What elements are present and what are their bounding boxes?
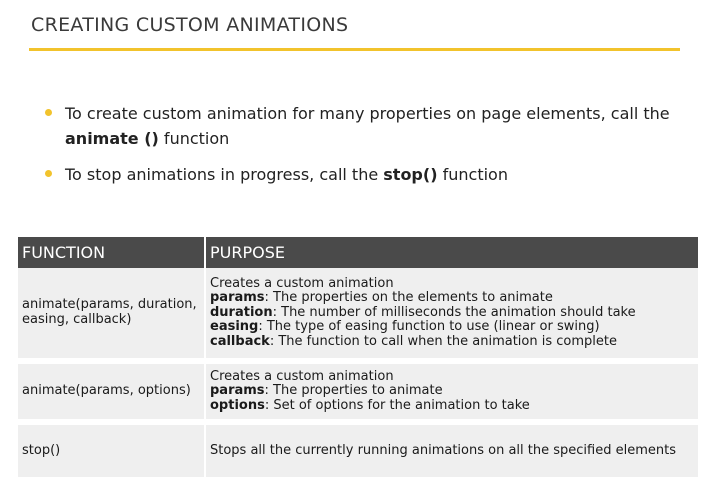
- param-desc: : The properties to animate: [264, 383, 443, 399]
- param-name: callback: [210, 333, 270, 349]
- param-line: options: Set of options for the animatio…: [210, 397, 694, 414]
- bullet-keyword: stop(): [383, 165, 438, 184]
- param-name: params: [210, 383, 265, 399]
- bullet-list: To create custom animation for many prop…: [45, 101, 685, 198]
- table-row: animate(params, options) Creates a custo…: [18, 364, 698, 419]
- function-signature: animate(params, options): [22, 383, 191, 399]
- bullet-item: To create custom animation for many prop…: [45, 101, 685, 151]
- page-title: CREATING CUSTOM ANIMATIONS: [31, 14, 349, 36]
- param-line: params: The properties to animate: [210, 383, 694, 399]
- bullet-text: To create custom animation for many prop…: [65, 104, 670, 123]
- purpose-cell: Creates a custom animation params: The p…: [205, 268, 698, 358]
- function-signature: animate(params, duration,: [22, 297, 197, 313]
- param-desc: : The function to call when the animatio…: [269, 333, 617, 349]
- bullet-text: function: [437, 165, 508, 184]
- purpose-intro: Creates a custom animation: [210, 368, 394, 384]
- param-desc: : The number of milliseconds the animati…: [272, 304, 636, 320]
- function-table: FUNCTION PURPOSE animate(params, duratio…: [18, 237, 698, 477]
- function-signature: easing, callback): [22, 312, 132, 327]
- column-header-purpose: PURPOSE: [205, 237, 698, 268]
- purpose-cell: Creates a custom animation params: The p…: [205, 364, 698, 419]
- purpose-cell: Stops all the currently running animatio…: [205, 425, 698, 477]
- param-desc: : The type of easing function to use (li…: [258, 319, 600, 335]
- function-cell: animate(params, options): [18, 364, 206, 419]
- column-header-function: FUNCTION: [18, 237, 206, 268]
- param-name: duration: [210, 304, 273, 320]
- table-row: stop() Stops all the currently running a…: [18, 425, 698, 477]
- function-cell: animate(params, duration, easing, callba…: [18, 268, 206, 358]
- function-cell: stop(): [18, 425, 206, 477]
- param-name: options: [210, 397, 265, 413]
- param-desc: : Set of options for the animation to ta…: [264, 397, 530, 413]
- bullet-dot-icon: [45, 109, 52, 116]
- param-desc: : The properties on the elements to anim…: [264, 290, 553, 306]
- purpose-intro: Stops all the currently running animatio…: [210, 442, 676, 458]
- table-header-row: FUNCTION PURPOSE: [18, 237, 698, 268]
- bullet-text: function: [158, 129, 230, 148]
- param-line: duration: The number of milliseconds the…: [210, 304, 694, 321]
- bullet-dot-icon: [45, 170, 52, 177]
- param-line: callback: The function to call when the …: [210, 333, 694, 350]
- function-signature: stop(): [22, 442, 61, 458]
- param-line: params: The properties on the elements t…: [210, 290, 694, 306]
- table-row: animate(params, duration, easing, callba…: [18, 268, 698, 358]
- title-divider: [29, 48, 680, 51]
- bullet-text: To stop animations in progress, call the: [65, 165, 384, 184]
- purpose-intro: Creates a custom animation: [210, 275, 394, 291]
- bullet-keyword: animate (): [65, 129, 159, 148]
- param-name: easing: [210, 319, 259, 335]
- param-name: params: [210, 290, 265, 306]
- param-line: easing: The type of easing function to u…: [210, 319, 694, 335]
- bullet-item: To stop animations in progress, call the…: [45, 162, 685, 187]
